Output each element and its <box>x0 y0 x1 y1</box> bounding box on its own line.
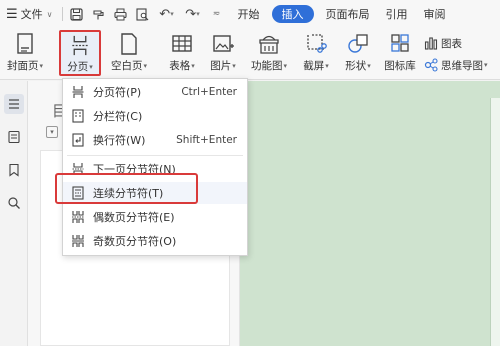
caret-down-icon: ▾ <box>143 62 147 70</box>
cover-page-icon <box>17 33 33 54</box>
page-break-dropdown: 分页符(P) Ctrl+Enter 分栏符(C) 换行符(W) Shift+En… <box>62 78 248 256</box>
mind-map-label: 思维导图 <box>441 59 483 72</box>
tab-page-layout[interactable]: 页面布局 <box>318 0 378 28</box>
menu-item-shortcut: Ctrl+Enter <box>181 86 237 98</box>
menu-item-line-break[interactable]: 换行符(W) Shift+Enter <box>63 129 247 151</box>
shapes-button[interactable]: 形状▾ <box>338 30 378 76</box>
tab-home[interactable]: 开始 <box>230 0 268 28</box>
caret-down-icon: ▾ <box>191 62 195 70</box>
save-icon[interactable] <box>66 0 88 28</box>
chart-label: 图表 <box>441 37 462 50</box>
picture-label: 图片 <box>210 60 232 72</box>
line-break-icon <box>72 133 84 147</box>
page-break-label: 分页 <box>67 61 89 73</box>
table-button[interactable]: 表格▾ <box>164 30 200 76</box>
caret-down-icon: ▾ <box>39 62 43 70</box>
file-menu[interactable]: ☰ 文件 ∨ <box>0 0 59 28</box>
blank-page-icon <box>121 33 137 55</box>
outline-icon[interactable] <box>4 94 24 114</box>
menu-item-page-break[interactable]: 分页符(P) Ctrl+Enter <box>63 81 247 103</box>
menu-item-even-page-section-break[interactable]: 偶数页分节符(E) <box>63 206 247 228</box>
menu-divider <box>67 155 243 156</box>
mind-map-button[interactable]: 思维导图 ▾ <box>424 56 488 74</box>
picture-icon <box>213 35 234 52</box>
column-break-icon <box>72 109 84 123</box>
caret-down-icon: ▾ <box>325 62 329 70</box>
blank-page-button[interactable]: 空白页▾ <box>106 30 152 76</box>
function-chart-label: 功能图 <box>250 60 283 72</box>
even-page-section-break-icon <box>72 211 84 223</box>
menu-item-column-break[interactable]: 分栏符(C) <box>63 105 247 127</box>
screenshot-icon <box>307 34 327 53</box>
menu-item-label: 奇数页分节符(O) <box>93 235 177 248</box>
hamburger-icon: ☰ <box>6 6 18 22</box>
chart-icon <box>424 37 438 50</box>
caret-down-icon: ▾ <box>484 61 488 69</box>
function-chart-button[interactable]: 功能图▾ <box>246 30 292 76</box>
chart-button[interactable]: 图表 <box>424 34 462 52</box>
cover-page-button[interactable]: 封面页▾ <box>3 30 47 76</box>
ribbon: 封面页▾ 分页▾ 空白页▾ 表格▾ 图片▾ 功能图▾ 截屏▾ 形状▾ 图标库 图… <box>0 28 500 80</box>
highlight-annotation-box <box>55 173 198 204</box>
page-break-icon <box>72 86 84 98</box>
page-break-icon <box>72 35 88 56</box>
icon-library-icon <box>391 34 409 52</box>
left-toolbar <box>0 81 28 346</box>
file-menu-label: 文件 <box>20 8 43 21</box>
bookmark-icon[interactable] <box>4 160 24 180</box>
divider <box>61 7 63 21</box>
caret-down-icon: ▾ <box>89 63 93 71</box>
chevron-down-icon: ∨ <box>46 9 53 19</box>
undo-icon[interactable]: ↶ ▾ <box>154 0 180 28</box>
table-icon <box>172 35 192 52</box>
document-page-edge <box>490 98 500 346</box>
menu-bar: ☰ 文件 ∨ ↶ ▾ ↷ ▾ ≂ 开始 插入 页面布局 引用 审阅 <box>0 0 500 28</box>
customize-quick-access-icon[interactable]: ≂ <box>206 0 228 28</box>
shapes-icon <box>348 34 368 53</box>
format-painter-icon[interactable] <box>88 0 110 28</box>
tab-references[interactable]: 引用 <box>378 0 416 28</box>
caret-down-icon: ▾ <box>232 62 236 70</box>
screenshot-label: 截屏 <box>303 60 325 72</box>
menu-item-shortcut: Shift+Enter <box>176 134 237 146</box>
redo-icon[interactable]: ↷ ▾ <box>180 0 206 28</box>
blank-page-label: 空白页 <box>110 60 143 72</box>
menu-item-label: 换行符(W) <box>93 134 146 147</box>
icon-library-button[interactable]: 图标库 <box>380 30 420 76</box>
caret-down-icon: ▾ <box>367 62 371 70</box>
icon-library-label: 图标库 <box>384 60 416 72</box>
shapes-label: 形状 <box>345 60 367 72</box>
cover-page-label: 封面页 <box>6 60 39 72</box>
screenshot-button[interactable]: 截屏▾ <box>296 30 336 76</box>
mind-map-icon <box>424 58 438 72</box>
menu-item-label: 分页符(P) <box>93 86 142 99</box>
caret-down-icon: ▾ <box>283 62 287 70</box>
menu-item-label: 偶数页分节符(E) <box>93 211 175 224</box>
picture-button[interactable]: 图片▾ <box>204 30 242 76</box>
panel-collapse-toggle[interactable]: ▾ <box>46 126 58 138</box>
odd-page-section-break-icon <box>72 235 84 247</box>
tab-insert[interactable]: 插入 <box>271 5 314 23</box>
chapter-icon[interactable] <box>4 127 24 147</box>
function-chart-icon <box>259 35 279 54</box>
menu-item-label: 分栏符(C) <box>93 110 143 123</box>
table-label: 表格 <box>169 60 191 72</box>
print-icon[interactable] <box>110 0 132 28</box>
tab-review[interactable]: 审阅 <box>416 0 454 28</box>
find-icon[interactable] <box>4 193 24 213</box>
print-preview-icon[interactable] <box>132 0 154 28</box>
page-break-button[interactable]: 分页▾ <box>59 30 101 76</box>
menu-item-odd-page-section-break[interactable]: 奇数页分节符(O) <box>63 230 247 252</box>
